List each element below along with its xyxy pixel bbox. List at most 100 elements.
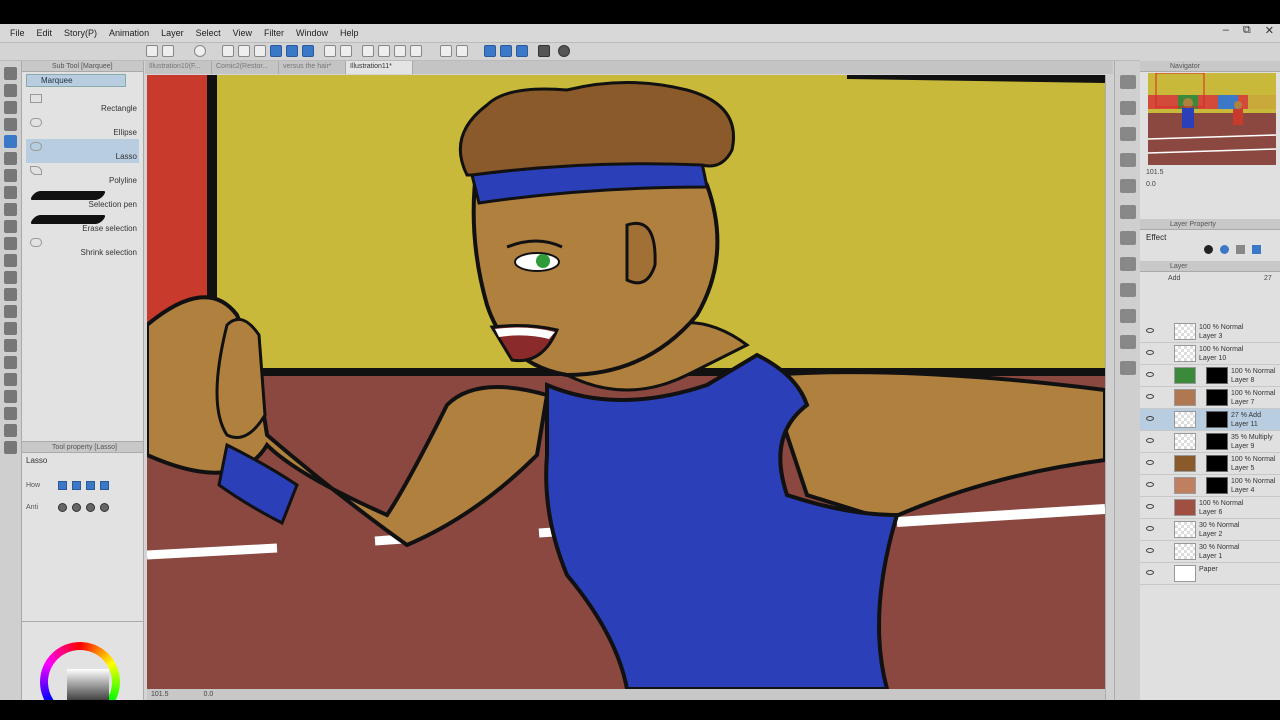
layer-row[interactable]: 100 % Normal Layer 10	[1140, 343, 1280, 365]
tab-marquee[interactable]: Marquee	[26, 74, 126, 87]
clear-icon[interactable]	[440, 45, 452, 57]
intersect-selection-button[interactable]	[100, 481, 109, 490]
visibility-eye-icon[interactable]	[1146, 570, 1154, 575]
fit-icon[interactable]	[1120, 153, 1136, 167]
sub-tool-erase-selection[interactable]: Erase selection	[26, 211, 139, 235]
menu-item-window[interactable]: Window	[290, 28, 334, 38]
zoom-in-icon[interactable]	[1120, 101, 1136, 115]
visibility-eye-icon[interactable]	[1146, 548, 1154, 553]
pen-tool-icon[interactable]	[4, 186, 17, 199]
layer-row[interactable]: 30 % Normal Layer 2	[1140, 519, 1280, 541]
material-icon[interactable]	[1120, 257, 1136, 271]
layer-row[interactable]: 30 % Normal Layer 1	[1140, 541, 1280, 563]
effect-color-icon[interactable]	[1236, 245, 1245, 254]
layer-row[interactable]: 100 % Normal Layer 4	[1140, 475, 1280, 497]
layer-row[interactable]: 27 % Add Layer 11	[1140, 409, 1280, 431]
sub-tool-shrink-selection[interactable]: Shrink selection	[26, 235, 139, 259]
selection-tool-icon[interactable]	[4, 118, 17, 131]
auto-select-tool-icon[interactable]	[4, 152, 17, 165]
redraw-icon[interactable]	[194, 45, 206, 57]
layer-mask-thumbnail[interactable]	[1206, 367, 1228, 384]
autoaction-icon[interactable]	[1120, 335, 1136, 349]
menu-item-file[interactable]: File	[4, 28, 31, 38]
eyedropper-tool-icon[interactable]	[4, 169, 17, 182]
layer-merge-icon[interactable]	[302, 45, 314, 57]
scale-icon[interactable]	[378, 45, 390, 57]
layer-icon[interactable]	[1120, 309, 1136, 323]
fill-icon[interactable]	[394, 45, 406, 57]
effect-layer-color-icon[interactable]	[1252, 245, 1261, 254]
effect-tone-icon[interactable]	[1220, 245, 1229, 254]
pencil-tool-icon[interactable]	[4, 203, 17, 216]
effect-border-icon[interactable]	[1204, 245, 1213, 254]
layer-mask-thumbnail[interactable]	[1206, 433, 1228, 450]
zoom-tool-icon[interactable]	[4, 67, 17, 80]
menu-item-edit[interactable]: Edit	[31, 28, 59, 38]
figure-tool-icon[interactable]	[4, 339, 17, 352]
layer-property-icon[interactable]	[1120, 231, 1136, 245]
drawing-canvas[interactable]	[147, 75, 1105, 689]
correct-line-tool-icon[interactable]	[4, 424, 17, 437]
history-icon[interactable]	[1120, 283, 1136, 297]
canvas-vertical-scrollbar[interactable]	[1105, 75, 1113, 700]
crop-icon[interactable]	[410, 45, 422, 57]
layer-icon[interactable]	[270, 45, 282, 57]
blend-mode-select[interactable]: Add	[1168, 275, 1180, 282]
layer-mask-thumbnail[interactable]	[1206, 389, 1228, 406]
text-tool-icon[interactable]	[4, 390, 17, 403]
open-icon[interactable]	[162, 45, 174, 57]
sub-tool-selection-pen[interactable]: Selection pen	[26, 187, 139, 211]
save-icon[interactable]	[254, 45, 266, 57]
visibility-eye-icon[interactable]	[1146, 350, 1154, 355]
anti-alias-strong[interactable]	[100, 503, 109, 512]
help-icon[interactable]	[558, 45, 570, 57]
paste-icon[interactable]	[238, 45, 250, 57]
navigator-icon[interactable]	[1120, 75, 1136, 89]
zoom-out-icon[interactable]	[1120, 127, 1136, 141]
menu-item-filter[interactable]: Filter	[258, 28, 290, 38]
copy-icon[interactable]	[222, 45, 234, 57]
transform-icon[interactable]	[362, 45, 374, 57]
lasso-tool-icon[interactable]	[4, 135, 17, 148]
rotate-icon[interactable]	[1120, 179, 1136, 193]
decoration-tool-icon[interactable]	[4, 254, 17, 267]
document-tab[interactable]: Illustration11*	[346, 61, 413, 74]
new-icon[interactable]	[146, 45, 158, 57]
settings-icon[interactable]	[538, 45, 550, 57]
menu-item-help[interactable]: Help	[334, 28, 365, 38]
visibility-eye-icon[interactable]	[1146, 372, 1154, 377]
ruler-icon[interactable]	[484, 45, 496, 57]
layer-mask-thumbnail[interactable]	[1206, 455, 1228, 472]
anti-alias-none[interactable]	[58, 503, 67, 512]
anti-alias-medium[interactable]	[86, 503, 95, 512]
clear-outside-icon[interactable]	[456, 45, 468, 57]
document-tab[interactable]: versus the hair*	[279, 61, 346, 74]
opacity-value[interactable]: 27	[1264, 275, 1272, 282]
visibility-eye-icon[interactable]	[1146, 438, 1154, 443]
flip-icon[interactable]	[1120, 205, 1136, 219]
balloon-tool-icon[interactable]	[4, 407, 17, 420]
frame-tool-icon[interactable]	[4, 356, 17, 369]
brush-tool-icon[interactable]	[4, 220, 17, 233]
fill-tool-icon[interactable]	[4, 305, 17, 318]
layer-row[interactable]: Paper	[1140, 563, 1280, 585]
document-tab[interactable]: Illustration10(F...	[145, 61, 212, 74]
color-swatch-tool-icon[interactable]	[4, 441, 17, 454]
navigator-zoom[interactable]: 101.5	[1146, 169, 1164, 176]
snap-icon[interactable]	[500, 45, 512, 57]
airbrush-tool-icon[interactable]	[4, 237, 17, 250]
menu-item-layer[interactable]: Layer	[155, 28, 190, 38]
menu-item-animation[interactable]: Animation	[103, 28, 155, 38]
layer-row[interactable]: 100 % Normal Layer 7	[1140, 387, 1280, 409]
menu-item-storyp[interactable]: Story(P)	[58, 28, 103, 38]
search-icon[interactable]	[1120, 361, 1136, 375]
visibility-eye-icon[interactable]	[1146, 416, 1154, 421]
close-icon[interactable]: ✕	[1265, 24, 1274, 37]
operation-tool-icon[interactable]	[4, 101, 17, 114]
restore-icon[interactable]: ⧉	[1243, 24, 1251, 37]
layer-row[interactable]: 100 % Normal Layer 6	[1140, 497, 1280, 519]
layer-copy-icon[interactable]	[286, 45, 298, 57]
layer-row[interactable]: 100 % Normal Layer 8	[1140, 365, 1280, 387]
layer-row[interactable]: 35 % Multiply Layer 9	[1140, 431, 1280, 453]
visibility-eye-icon[interactable]	[1146, 504, 1154, 509]
